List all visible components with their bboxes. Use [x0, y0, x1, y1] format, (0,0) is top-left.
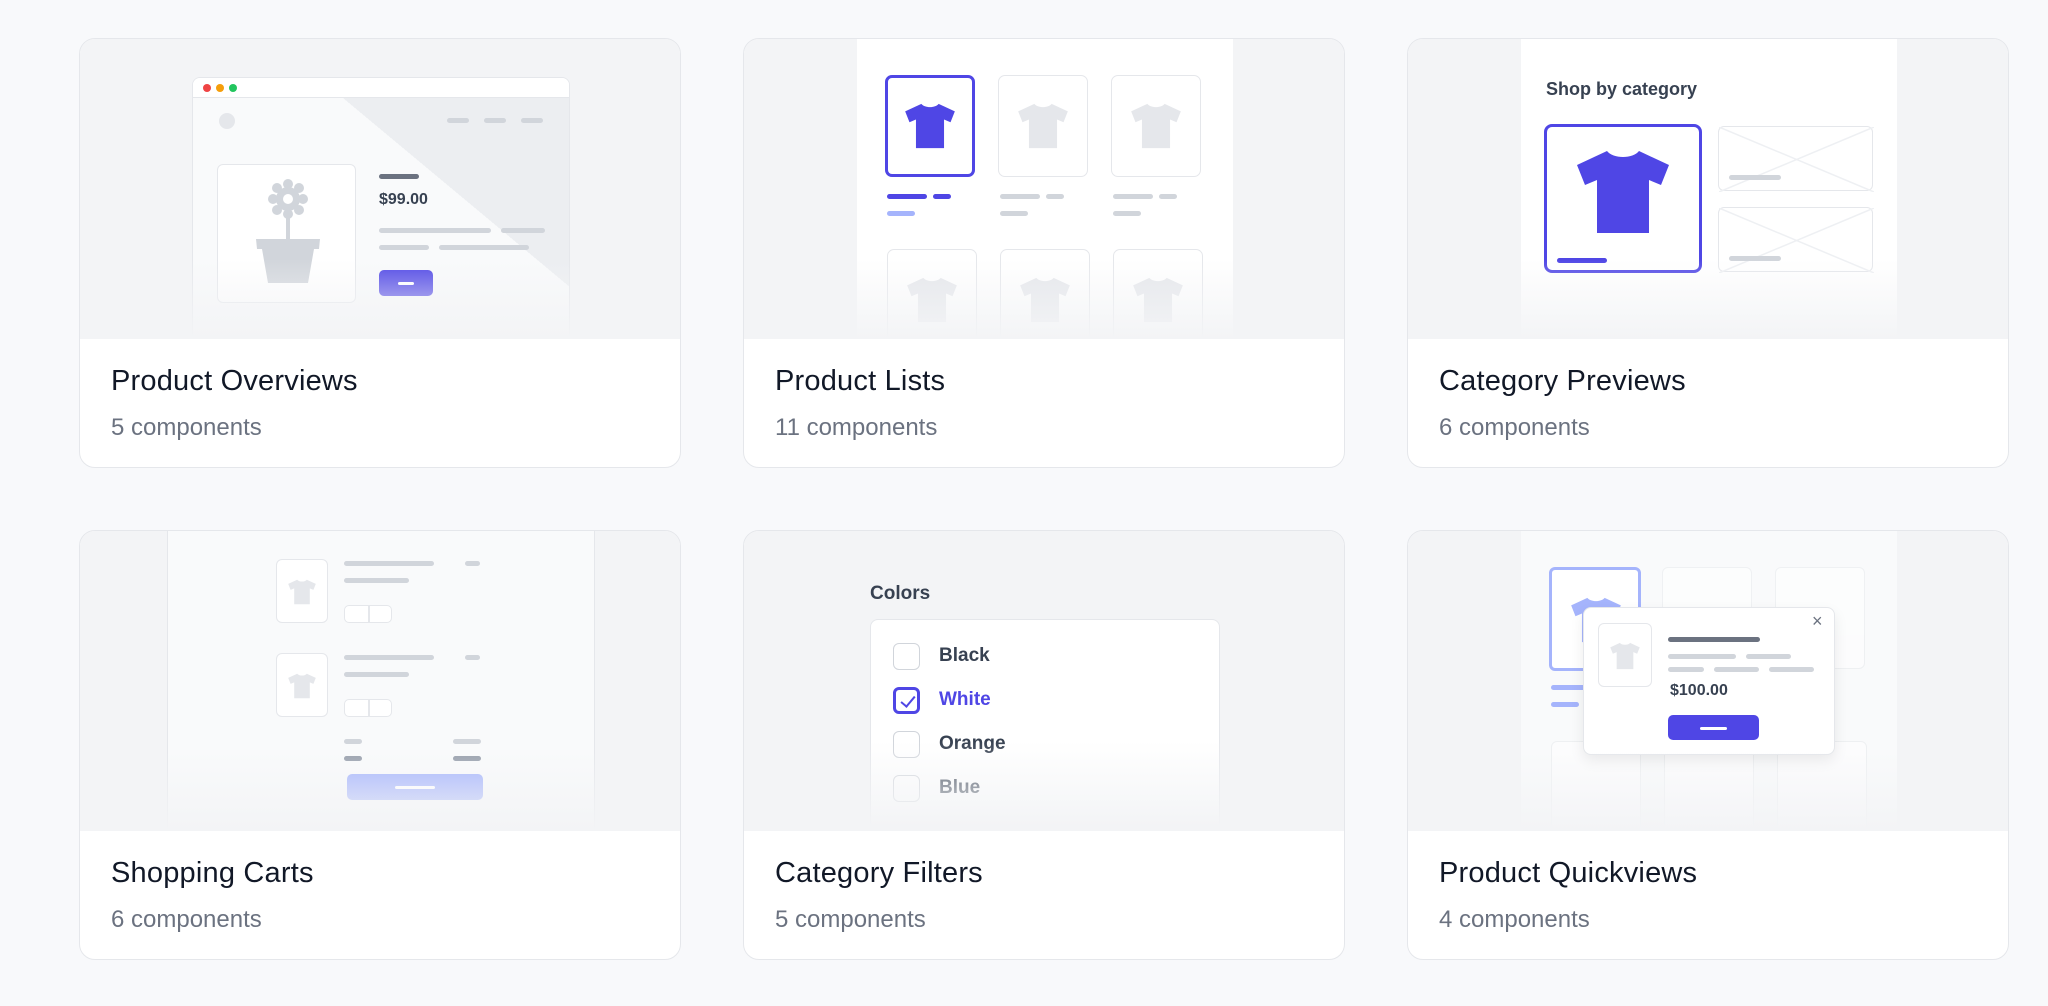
preview-heading: Shop by category	[1546, 79, 1698, 99]
filter-heading: Colors	[870, 583, 931, 604]
cart-item-image	[276, 653, 328, 717]
tshirt-icon	[287, 672, 317, 700]
category-card-shopping-carts[interactable]: Shopping Carts 6 components	[79, 530, 681, 960]
category-card-product-lists[interactable]: Product Lists 11 components	[743, 38, 1345, 468]
checkmark-icon[interactable]	[893, 686, 920, 714]
tshirt-icon	[1018, 275, 1072, 325]
card-preview	[80, 531, 680, 831]
option-label: Orange	[939, 733, 1006, 754]
checkout-button-mockup	[347, 774, 483, 800]
card-title: Shopping Carts	[111, 857, 314, 889]
card-count: 11 components	[775, 414, 938, 441]
quickview-modal: × $100.00	[1583, 607, 1835, 755]
image-placeholder-icon	[1719, 208, 1874, 273]
option-label: Black	[939, 645, 990, 666]
card-title: Category Filters	[775, 857, 983, 889]
card-title: Product Overviews	[111, 365, 358, 397]
browser-titlebar	[193, 78, 569, 98]
checkbox[interactable]	[893, 730, 920, 758]
card-count: 6 components	[1439, 414, 1590, 441]
card-count: 4 components	[1439, 906, 1590, 933]
card-preview: × $100.00	[1408, 531, 2008, 831]
filter-option-orange[interactable]: Orange	[893, 730, 1006, 758]
tshirt-icon	[1016, 101, 1070, 151]
checkbox[interactable]	[893, 774, 920, 802]
card-count: 5 components	[775, 906, 926, 933]
card-title: Category Previews	[1439, 365, 1686, 397]
option-label: White	[939, 689, 991, 710]
close-icon[interactable]: ×	[1812, 611, 1823, 632]
quickview-product-image	[1598, 623, 1652, 687]
checkbox[interactable]	[893, 642, 920, 670]
filter-option-white[interactable]: White	[893, 686, 991, 714]
option-label: Blue	[939, 777, 981, 798]
card-title: Product Lists	[775, 365, 946, 397]
browser-mockup: $99.00	[192, 77, 570, 339]
category-tile-placeholder	[1718, 207, 1874, 273]
card-count: 6 components	[111, 906, 262, 933]
card-preview: $99.00	[80, 39, 680, 339]
product-image	[217, 164, 356, 303]
filter-option-black[interactable]: Black	[893, 642, 990, 670]
tshirt-icon	[1131, 275, 1185, 325]
filter-option-blue[interactable]: Blue	[893, 774, 980, 802]
tshirt-icon	[905, 275, 959, 325]
card-preview: Shop by category	[1408, 39, 2008, 339]
quickview-price: $100.00	[1670, 682, 1728, 699]
tshirt-icon	[1573, 147, 1673, 237]
image-placeholder-icon	[1719, 127, 1874, 192]
category-tile-placeholder	[1718, 126, 1874, 192]
add-to-bag-button-mockup	[1668, 715, 1759, 740]
tshirt-icon	[903, 101, 957, 151]
tshirt-icon	[1609, 641, 1641, 671]
card-count: 5 components	[111, 414, 262, 441]
cart-item-image	[276, 559, 328, 623]
card-preview: Colors Black White Orange Blue	[744, 531, 1344, 831]
product-tile-selected	[885, 75, 975, 177]
product-price: $99.00	[379, 191, 428, 208]
category-card-category-previews[interactable]: Shop by category Category Previews 6 com…	[1407, 38, 2009, 468]
color-filter-panel: Black White Orange Blue	[870, 619, 1220, 831]
card-title: Product Quickviews	[1439, 857, 1698, 889]
category-tile-selected	[1544, 124, 1702, 273]
tshirt-icon	[1129, 101, 1183, 151]
plant-pot-icon	[256, 179, 320, 283]
tshirt-icon	[287, 578, 317, 606]
category-card-category-filters[interactable]: Colors Black White Orange Blue Category …	[743, 530, 1345, 960]
add-to-bag-button-mockup	[379, 270, 433, 296]
category-card-product-quickviews[interactable]: × $100.00 Product Quickviews 4 component…	[1407, 530, 2009, 960]
card-preview	[744, 39, 1344, 339]
category-card-product-overviews[interactable]: $99.00 Product Overviews 5 components	[79, 38, 681, 468]
